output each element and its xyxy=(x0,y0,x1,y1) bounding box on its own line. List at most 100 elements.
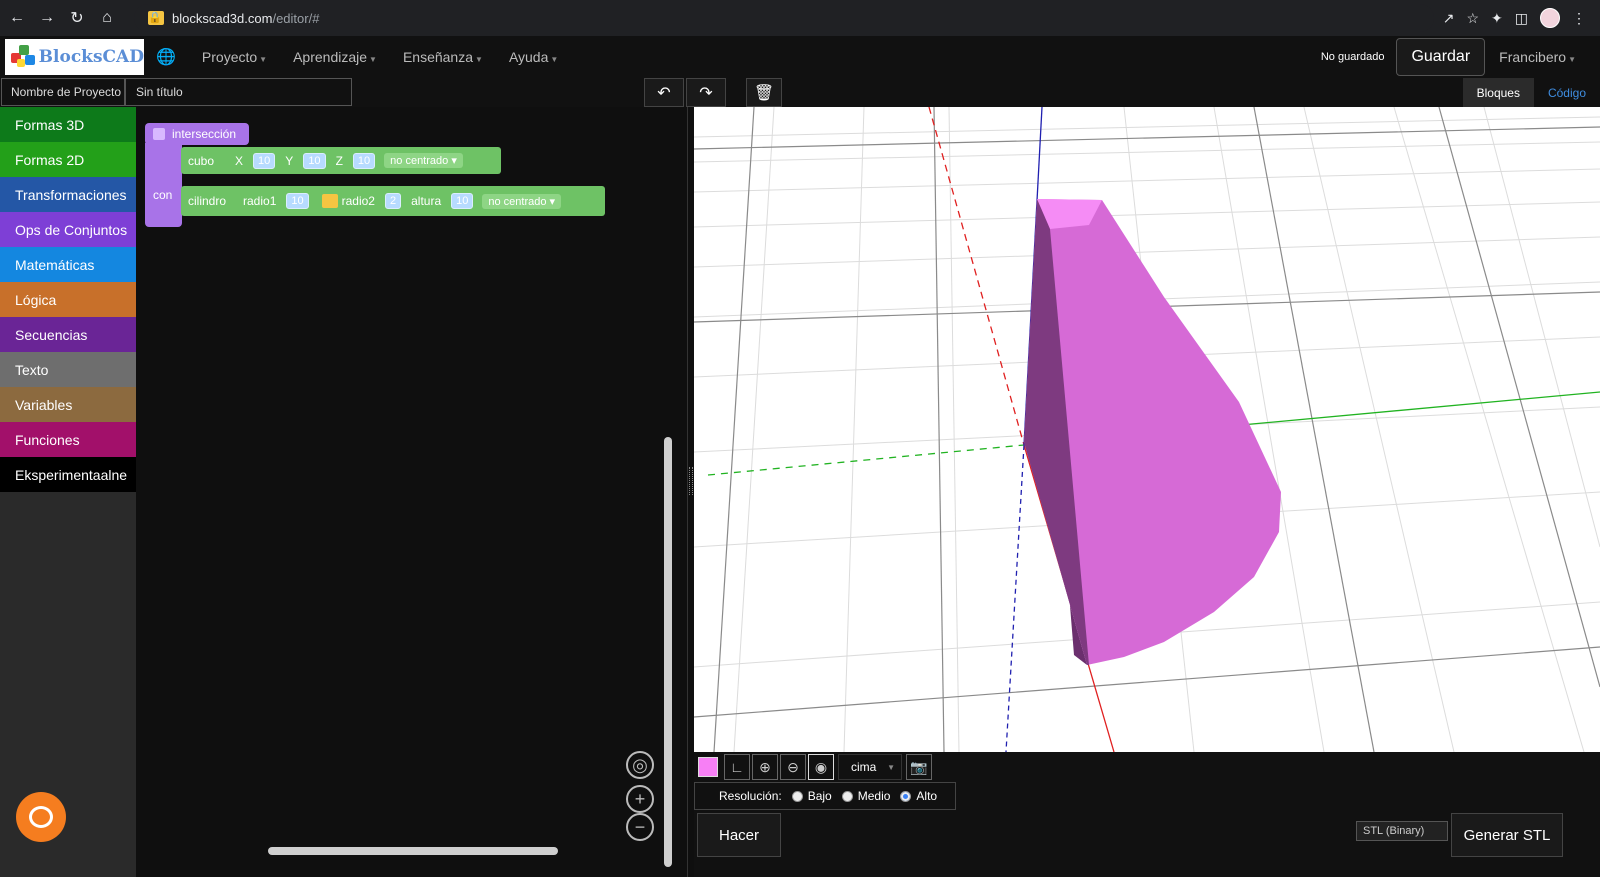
menu-aprendizaje[interactable]: Aprendizaje ▼ xyxy=(293,49,377,65)
blockscad-logo[interactable]: BlocksCAD xyxy=(5,39,144,75)
cube-center-dropdown[interactable]: no centrado ▾ xyxy=(384,153,463,168)
menu-label: Ayuda xyxy=(508,49,549,65)
tab-codigo[interactable]: Código xyxy=(1534,78,1600,107)
chat-support-button[interactable] xyxy=(16,792,66,842)
view-tabs: Bloques Código xyxy=(1462,78,1600,107)
tab-bloques[interactable]: Bloques xyxy=(1462,78,1534,107)
category-item[interactable]: Eksperimentaalne xyxy=(0,457,136,492)
save-status: No guardado xyxy=(1320,51,1385,63)
undo-icon: ↶ xyxy=(657,84,671,102)
menu-ensenanza[interactable]: Enseñanza ▼ xyxy=(403,49,483,65)
blocks-workspace[interactable]: intersección con cubo X 10 Y 10 Z 10 no … xyxy=(136,107,688,877)
app-navbar: BlocksCAD 🌐 Proyecto ▼ Aprendizaje ▼ Enseñ… xyxy=(0,36,1600,78)
category-item[interactable]: Funciones xyxy=(0,422,136,457)
workspace-horizontal-scrollbar[interactable] xyxy=(268,847,558,855)
export-format-select[interactable]: STL (Binary) xyxy=(1356,821,1448,841)
cylinder-block[interactable]: cilindro radio1 10 radio2 2 altura 10 no… xyxy=(181,186,605,216)
menu-ayuda[interactable]: Ayuda ▼ xyxy=(509,49,558,65)
block-toggle-icon xyxy=(153,128,165,140)
cylinder-label: cilindro xyxy=(188,194,227,208)
share-icon[interactable]: ↗ xyxy=(1443,10,1455,27)
generate-stl-button[interactable]: Generar STL xyxy=(1451,813,1563,857)
browser-toolbar: ← → ↻ ⌂ 🔒 blockscad3d.com /editor/# ↗ ☆ … xyxy=(0,0,1600,36)
dropdown-value: no centrado xyxy=(488,195,547,208)
delete-button[interactable]: 🗑 xyxy=(746,78,782,107)
radio-medio[interactable] xyxy=(841,790,853,802)
cube-y-field[interactable]: 10 xyxy=(303,152,326,169)
intersection-block[interactable]: intersección xyxy=(145,123,249,145)
grip-icon xyxy=(689,467,693,495)
language-globe-icon[interactable]: 🌐 xyxy=(156,47,176,67)
extensions-icon[interactable]: ✦ xyxy=(1491,10,1503,27)
save-button[interactable]: Guardar xyxy=(1396,38,1486,76)
y-axis-negative xyxy=(707,444,1025,476)
category-item[interactable]: Formas 2D xyxy=(0,142,136,177)
intersection-label: intersección xyxy=(172,127,237,141)
category-item[interactable]: Matemáticas xyxy=(0,247,136,282)
cube-z-field[interactable]: 10 xyxy=(352,152,376,169)
recenter-icon[interactable]: ◎ xyxy=(626,751,654,779)
category-item[interactable]: Formas 3D xyxy=(0,107,136,142)
undo-button[interactable]: ↶ xyxy=(644,78,684,107)
forward-icon[interactable]: → xyxy=(34,5,60,31)
category-item[interactable]: Variables xyxy=(0,387,136,422)
home-icon[interactable]: ⌂ xyxy=(94,5,120,31)
trash-icon: 🗑 xyxy=(753,84,775,102)
render-button[interactable]: Hacer xyxy=(697,813,781,857)
bookmark-star-icon[interactable]: ☆ xyxy=(1466,10,1479,27)
menu-proyecto[interactable]: Proyecto ▼ xyxy=(202,49,267,65)
radio-bajo[interactable] xyxy=(791,790,803,802)
radio-bajo-label: Bajo xyxy=(807,789,832,803)
back-icon[interactable]: ← xyxy=(4,5,30,31)
radius2-field[interactable]: 2 xyxy=(384,193,402,209)
caret-down-icon: ▼ xyxy=(1568,55,1576,64)
lock-ratio-icon[interactable] xyxy=(321,194,338,208)
sidepanel-icon[interactable]: ◫ xyxy=(1515,10,1528,27)
logo-text: BlocksCAD xyxy=(38,47,144,67)
browser-menu-icon[interactable]: ⋮ xyxy=(1572,10,1586,27)
caret-down-icon: ▼ xyxy=(550,55,559,64)
workspace-vertical-scrollbar[interactable] xyxy=(664,437,672,867)
radius1-field[interactable]: 10 xyxy=(286,193,309,209)
category-item[interactable]: Ops de Conjuntos xyxy=(0,212,136,247)
reset-view-icon[interactable]: ◉ xyxy=(808,754,834,780)
chat-bubble-icon xyxy=(29,806,53,828)
cube-z-label: Z xyxy=(335,153,343,168)
redo-button[interactable]: ↷ xyxy=(686,78,726,107)
cube-x-field[interactable]: 10 xyxy=(253,152,276,169)
view-value: cima xyxy=(851,760,877,774)
3d-scene xyxy=(694,107,1600,752)
camera-icon[interactable]: 📷 xyxy=(906,754,932,780)
zoom-in-icon[interactable]: + xyxy=(626,785,654,813)
zoom-out-icon[interactable]: − xyxy=(626,813,654,841)
address-bar[interactable]: 🔒 blockscad3d.com /editor/# xyxy=(134,4,1434,32)
lock-icon: 🔒 xyxy=(148,11,164,25)
caret-down-icon: ▼ xyxy=(369,55,377,64)
project-name-label: Nombre de Proyecto xyxy=(1,78,125,106)
dropdown-value: no centrado xyxy=(390,155,449,167)
caret-down-icon: ▼ xyxy=(475,55,483,64)
category-item[interactable]: Transformaciones xyxy=(0,177,136,212)
zoom-in-icon[interactable]: ⊕ xyxy=(752,754,778,780)
caret-down-icon: ▼ xyxy=(259,55,268,64)
zoom-out-icon[interactable]: ⊖ xyxy=(780,754,806,780)
profile-avatar[interactable] xyxy=(1540,8,1560,28)
cylinder-center-dropdown[interactable]: no centrado ▾ xyxy=(482,193,562,209)
3d-viewer[interactable] xyxy=(694,107,1600,752)
with-label: con xyxy=(153,188,173,202)
height-field[interactable]: 10 xyxy=(451,193,474,209)
object-color-picker[interactable] xyxy=(698,757,718,777)
radius1-label: radio1 xyxy=(243,194,277,208)
category-item[interactable]: Secuencias xyxy=(0,317,136,352)
radio-alto[interactable] xyxy=(900,790,912,802)
radio-alto-label: Alto xyxy=(916,789,938,803)
category-item[interactable]: Lógica xyxy=(0,282,136,317)
cube-block[interactable]: cubo X 10 Y 10 Z 10 no centrado ▾ xyxy=(181,147,501,174)
view-select[interactable]: cima ▼ xyxy=(838,754,902,780)
project-name-input[interactable]: Sin título xyxy=(125,78,352,106)
category-item[interactable]: Texto xyxy=(0,352,136,387)
reload-icon[interactable]: ↻ xyxy=(64,5,90,31)
axes-toggle-icon[interactable]: ∟ xyxy=(724,754,750,780)
user-menu[interactable]: Francibero ▼ xyxy=(1499,49,1576,65)
block-categories: Formas 3D Formas 2D Transformaciones Ops de… xyxy=(0,107,136,877)
